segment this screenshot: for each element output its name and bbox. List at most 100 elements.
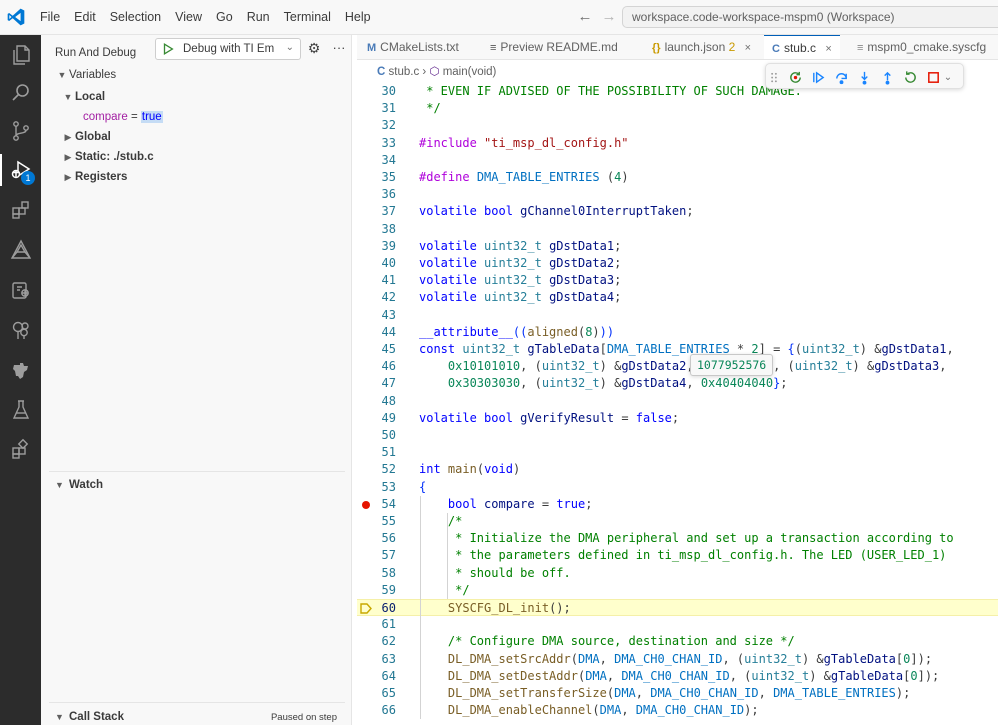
code-text: 0x30303030, (uint32_t) &gDstData4, 0x404… [447,376,788,391]
reset-device-icon[interactable] [786,68,804,86]
remote-icon[interactable] [0,270,41,310]
code-line[interactable]: 42 volatile uint32_t gDstData4; [357,289,998,306]
syscfg-file-icon: ≡ [857,42,864,54]
menu-go[interactable]: Go [209,0,240,35]
debug-config-select[interactable]: Debug with TI Em... ⌄ [155,38,301,60]
code-text: volatile uint32_t gDstData4; [419,290,622,305]
watch-header[interactable]: ▼ Watch [55,475,103,495]
tab-syscfg[interactable]: ≡ mspm0_cmake.syscfg [857,35,986,59]
step-into-icon[interactable] [855,68,873,86]
continue-icon[interactable] [809,68,827,86]
menu-terminal[interactable]: Terminal [277,0,338,35]
code-line[interactable]: 62 /* Configure DMA source, destination … [357,633,998,650]
line-number: 35 [381,170,396,184]
code-line[interactable]: 45 const uint32_t gTableData[DMA_TABLE_EN… [357,341,998,358]
ti-logo-icon[interactable] [0,350,41,390]
play-icon[interactable] [161,42,175,56]
symbol-method-icon: ⬡ [429,66,440,78]
code-line[interactable]: 63 DL_DMA_setSrcAddr(DMA, DMA_CH0_CHAN_I… [357,651,998,668]
code-line[interactable]: 33 #include "ti_msp_dl_config.h" [357,135,998,152]
menu-run[interactable]: Run [240,0,277,35]
scope-global[interactable]: ▶ Global [61,127,111,147]
code-line[interactable]: 39 volatile uint32_t gDstData1; [357,238,998,255]
code-text: #include "ti_msp_dl_config.h" [419,135,629,150]
callstack-header[interactable]: ▼ Call Stack [55,707,124,725]
restart-icon[interactable] [901,68,919,86]
code-line[interactable]: 34 [357,152,998,169]
search-icon[interactable] [0,73,41,113]
tree-icon[interactable] [0,310,41,350]
code-line[interactable]: 41 volatile uint32_t gDstData3; [357,272,998,289]
ti-cloud-icon[interactable] [0,230,41,270]
code-line[interactable]: 40 volatile uint32_t gDstData2; [357,255,998,272]
menu-edit[interactable]: Edit [67,0,103,35]
code-line[interactable]: 64 DL_DMA_setDestAddr(DMA, DMA_CH0_CHAN_… [357,668,998,685]
code-line[interactable]: 32 [357,117,998,134]
code-line[interactable]: 59 */ [357,582,998,599]
tab-stub-c[interactable]: Cstub.c × [764,35,840,59]
code-line[interactable]: 51 [357,444,998,461]
close-icon[interactable]: × [825,37,831,59]
code-line[interactable]: 61 [357,616,998,633]
code-line[interactable]: 54 bool compare = true; [357,496,998,513]
step-over-icon[interactable] [832,68,850,86]
scope-local[interactable]: ▼ Local [61,87,106,107]
step-out-icon[interactable] [878,68,896,86]
code-line[interactable]: 58 * should be off. [357,565,998,582]
breadcrumb-file[interactable]: stub.c [389,66,420,78]
drag-handle-icon[interactable] [769,68,779,86]
extensions-icon[interactable] [0,190,41,230]
tab-cmakelists[interactable]: M CMakeLists.txt [367,35,459,59]
code-line[interactable]: 44 __attribute__((aligned(8))) [357,324,998,341]
command-center[interactable]: workspace.code-workspace-mspm0 (Workspac… [622,6,998,28]
testing-icon[interactable] [0,390,41,430]
cmake-file-icon: M [367,42,377,54]
code-line[interactable]: 35 #define DMA_TABLE_ENTRIES (4) [357,169,998,186]
code-line[interactable]: 56 * Initialize the DMA peripheral and s… [357,530,998,547]
code-line[interactable]: 57 * the parameters defined in ti_msp_dl… [357,547,998,564]
code-line[interactable]: 66 DL_DMA_enableChannel(DMA, DMA_CH0_CHA… [357,702,998,719]
code-text: volatile bool gVerifyResult = false; [419,410,680,425]
more-actions-icon[interactable]: ··· [330,39,348,57]
code-line[interactable]: 37 volatile bool gChannel0InterruptTaken; [357,203,998,220]
code-line[interactable]: 47 0x30303030, (uint32_t) &gDstData4, 0x… [357,375,998,392]
menu-view[interactable]: View [168,0,209,35]
arrow-right-icon[interactable]: → [600,8,618,26]
arrow-left-icon[interactable]: ← [576,8,594,26]
code-line[interactable]: 31 */ [357,100,998,117]
menu-help[interactable]: Help [338,0,378,35]
gear-icon[interactable]: ⚙ [305,39,323,57]
variable-row[interactable]: compare = true [83,107,163,127]
code-line[interactable]: 52 int main(void) [357,461,998,478]
close-icon[interactable]: × [745,36,751,59]
code-line[interactable]: 43 [357,307,998,324]
code-line[interactable]: 53 { [357,479,998,496]
code-line[interactable]: 55 /* [357,513,998,530]
code-line[interactable]: 50 [357,427,998,444]
code-line[interactable]: 49 volatile bool gVerifyResult = false; [357,410,998,427]
vscode-logo-icon[interactable] [6,7,26,27]
scope-registers[interactable]: ▶ Registers [61,167,128,187]
chevron-down-icon[interactable]: ⌄ [942,68,954,86]
menu-selection[interactable]: Selection [103,0,168,35]
code-line[interactable]: 60 SYSCFG_DL_init(); [357,599,998,617]
tab-preview-readme[interactable]: ≡ Preview README.md [490,35,618,59]
code-line[interactable]: 36 [357,186,998,203]
stop-icon[interactable] [924,68,942,86]
blocks-icon[interactable] [0,430,41,470]
code-editor[interactable]: 30 * EVEN IF ADVISED OF THE POSSIBILITY … [357,83,998,725]
code-line[interactable]: 38 [357,221,998,238]
variable-value[interactable]: true [140,111,163,123]
breadcrumb-symbol[interactable]: main(void) [443,66,497,78]
code-line[interactable]: 65 DL_DMA_setTransferSize(DMA, DMA_CH0_C… [357,685,998,702]
variables-header[interactable]: ▼ Variables [55,65,117,85]
tab-launch-json[interactable]: {} launch.json 2 × [652,35,751,59]
source-control-icon[interactable] [0,111,41,151]
menu-file[interactable]: File [33,0,67,35]
code-line[interactable]: 46 0x10101010, (uint32_t) &gDstData2, 0x… [357,358,998,375]
line-number: 48 [381,393,396,408]
explorer-icon[interactable] [0,35,41,75]
code-line[interactable]: 48 [357,393,998,410]
scope-static[interactable]: ▶ Static: ./stub.c [61,147,154,167]
run-debug-icon[interactable]: 1 [0,150,41,190]
